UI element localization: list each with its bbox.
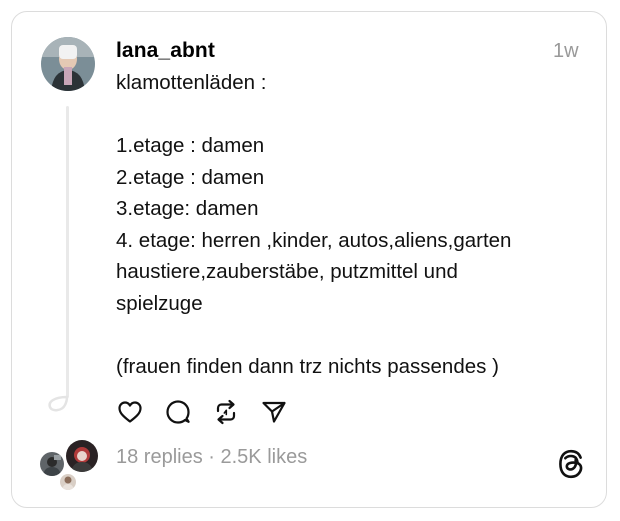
send-icon[interactable]: [260, 398, 288, 426]
post-line: haustiere,zauberstäbe, putzmittel und: [116, 260, 458, 283]
post-line: (frauen finden dann trz nichts passendes…: [116, 354, 499, 378]
thread-line: [66, 106, 69, 398]
post-line: 4. etage: herren ,kinder, autos,aliens,g…: [116, 228, 512, 252]
comment-icon[interactable]: [164, 398, 192, 426]
post-line: 1.etage : damen: [116, 134, 265, 157]
heart-icon[interactable]: [116, 398, 144, 426]
reply-avatar[interactable]: [58, 472, 78, 492]
post-line: [116, 319, 586, 351]
username[interactable]: lana_abnt: [116, 38, 215, 64]
post-line: 2.etage : damen: [116, 165, 265, 189]
repost-icon[interactable]: [212, 398, 240, 426]
post-time: 1w: [553, 40, 579, 62]
post-line: 3.etage: damen: [116, 197, 259, 220]
thread-loop-icon: [46, 394, 72, 421]
post-line: [116, 99, 586, 131]
post-line: spielzuge: [116, 291, 203, 315]
reply-avatar[interactable]: [64, 438, 100, 474]
post-line: klamottenläden :: [116, 71, 267, 94]
post-text: klamottenläden : 1.etage : damen 2.etage…: [116, 67, 586, 382]
post-stats[interactable]: 18 replies · 2.5K likes: [116, 444, 307, 470]
threads-logo-icon[interactable]: [557, 449, 585, 479]
avatar[interactable]: [41, 37, 95, 91]
